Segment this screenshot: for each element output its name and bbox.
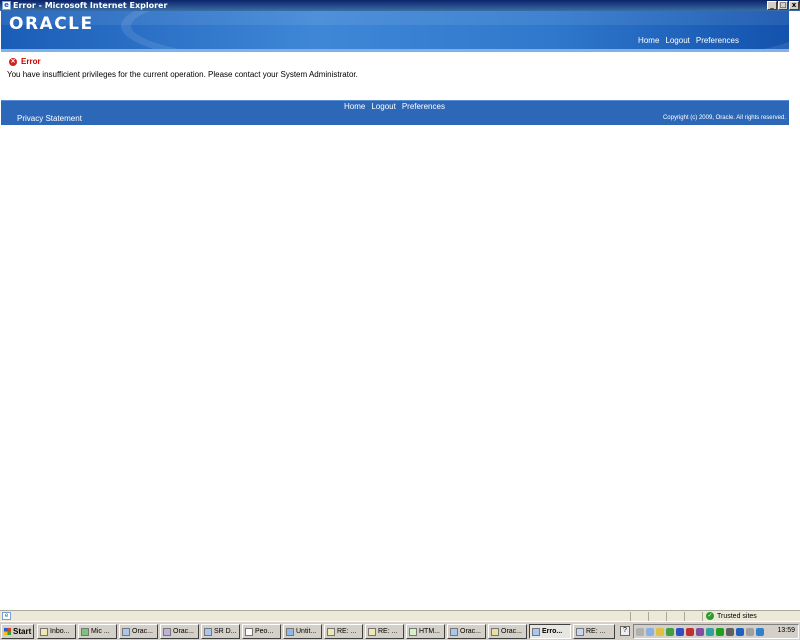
tray-app-icon[interactable] (656, 628, 664, 636)
error-heading: ✕ Error (9, 57, 41, 66)
ie-icon: e (2, 1, 11, 10)
mail-icon (327, 627, 335, 636)
oracle-header: ORACLE Home Logout Preferences (1, 11, 789, 51)
browser-status-bar: e ✓ Trusted sites (0, 610, 800, 621)
taskbar-item[interactable]: RE: ... (324, 624, 363, 639)
windows-taskbar: Start Inbo... Mic ... Orac... Orac... SR… (0, 621, 800, 640)
copyright-text: Copyright (c) 2009, Oracle. All rights r… (662, 115, 786, 121)
ie-icon (532, 627, 540, 636)
tray-app-icon[interactable] (756, 628, 764, 636)
error-message: You have insufficient privileges for the… (7, 70, 358, 79)
error-x-icon: ✕ (9, 57, 17, 66)
page-status-icon: e (2, 612, 11, 620)
excel-icon (81, 627, 89, 636)
mail-icon (368, 627, 376, 636)
window-title: Error - Microsoft Internet Explorer (13, 1, 168, 10)
page-footer: Home Logout Preferences Privacy Statemen… (1, 100, 789, 125)
volume-icon[interactable] (746, 628, 754, 636)
taskbar-item[interactable]: Orac... (160, 624, 199, 639)
taskbar-item[interactable]: Orac... (119, 624, 158, 639)
taskbar-item-active[interactable]: Erro... (529, 624, 571, 639)
network-icon[interactable] (636, 628, 644, 636)
tray-app-icon[interactable] (726, 628, 734, 636)
minimize-button[interactable]: _ (767, 1, 777, 10)
tray-app-icon[interactable] (676, 628, 684, 636)
zone-label: Trusted sites (717, 612, 757, 620)
taskbar-item[interactable]: RE: ... (573, 624, 615, 639)
window-title-bar[interactable]: e Error - Microsoft Internet Explorer _ … (0, 0, 800, 11)
ie-icon (204, 627, 212, 636)
trusted-check-icon: ✓ (706, 612, 714, 620)
footer-home-link[interactable]: Home (344, 102, 365, 111)
app-icon (163, 627, 171, 636)
mail-icon (576, 627, 584, 636)
tray-app-icon[interactable] (706, 628, 714, 636)
visio-icon (245, 627, 253, 636)
header-swoosh-decoration (121, 11, 789, 51)
tray-app-icon[interactable] (696, 628, 704, 636)
taskbar-item[interactable]: Orac... (488, 624, 527, 639)
clock[interactable]: 13:59 (777, 627, 795, 634)
ie-icon (122, 627, 130, 636)
header-logout-link[interactable]: Logout (665, 36, 689, 45)
taskbar-item[interactable]: SR D... (201, 624, 240, 639)
start-button[interactable]: Start (1, 624, 34, 639)
html-icon (409, 627, 417, 636)
taskbar-item[interactable]: HTM... (406, 624, 445, 639)
privacy-statement-link[interactable]: Privacy Statement (17, 114, 82, 123)
help-icon[interactable]: ? (620, 626, 630, 636)
taskbar-item[interactable]: Peo... (242, 624, 281, 639)
tray-app-icon[interactable] (646, 628, 654, 636)
app-icon (286, 627, 294, 636)
oracle-logo: ORACLE (9, 14, 94, 34)
system-tray: 13:59 (633, 624, 799, 639)
taskbar-item[interactable]: Orac... (447, 624, 486, 639)
start-label: Start (13, 627, 32, 636)
tray-app-icon[interactable] (716, 628, 724, 636)
maximize-button[interactable]: □ (778, 1, 788, 10)
header-divider (1, 49, 789, 52)
taskbar-item[interactable]: RE: ... (365, 624, 404, 639)
notepad-icon (491, 627, 499, 636)
taskbar-item[interactable]: Mic ... (78, 624, 117, 639)
tray-app-icon[interactable] (686, 628, 694, 636)
outlook-icon (40, 627, 48, 636)
taskbar-item[interactable]: Untit... (283, 624, 322, 639)
footer-nav: Home Logout Preferences (344, 102, 445, 111)
taskbar-item[interactable]: Inbo... (37, 624, 76, 639)
header-preferences-link[interactable]: Preferences (696, 36, 739, 45)
security-zone: ✓ Trusted sites (706, 612, 757, 620)
header-home-link[interactable]: Home (638, 36, 659, 45)
tray-app-icon[interactable] (736, 628, 744, 636)
tray-app-icon[interactable] (666, 628, 674, 636)
ie-icon (450, 627, 458, 636)
close-button[interactable]: x (789, 1, 799, 10)
header-nav: Home Logout Preferences (638, 36, 739, 45)
windows-logo-icon (4, 628, 11, 635)
error-title: Error (21, 57, 41, 66)
footer-preferences-link[interactable]: Preferences (402, 102, 445, 111)
footer-logout-link[interactable]: Logout (371, 102, 395, 111)
